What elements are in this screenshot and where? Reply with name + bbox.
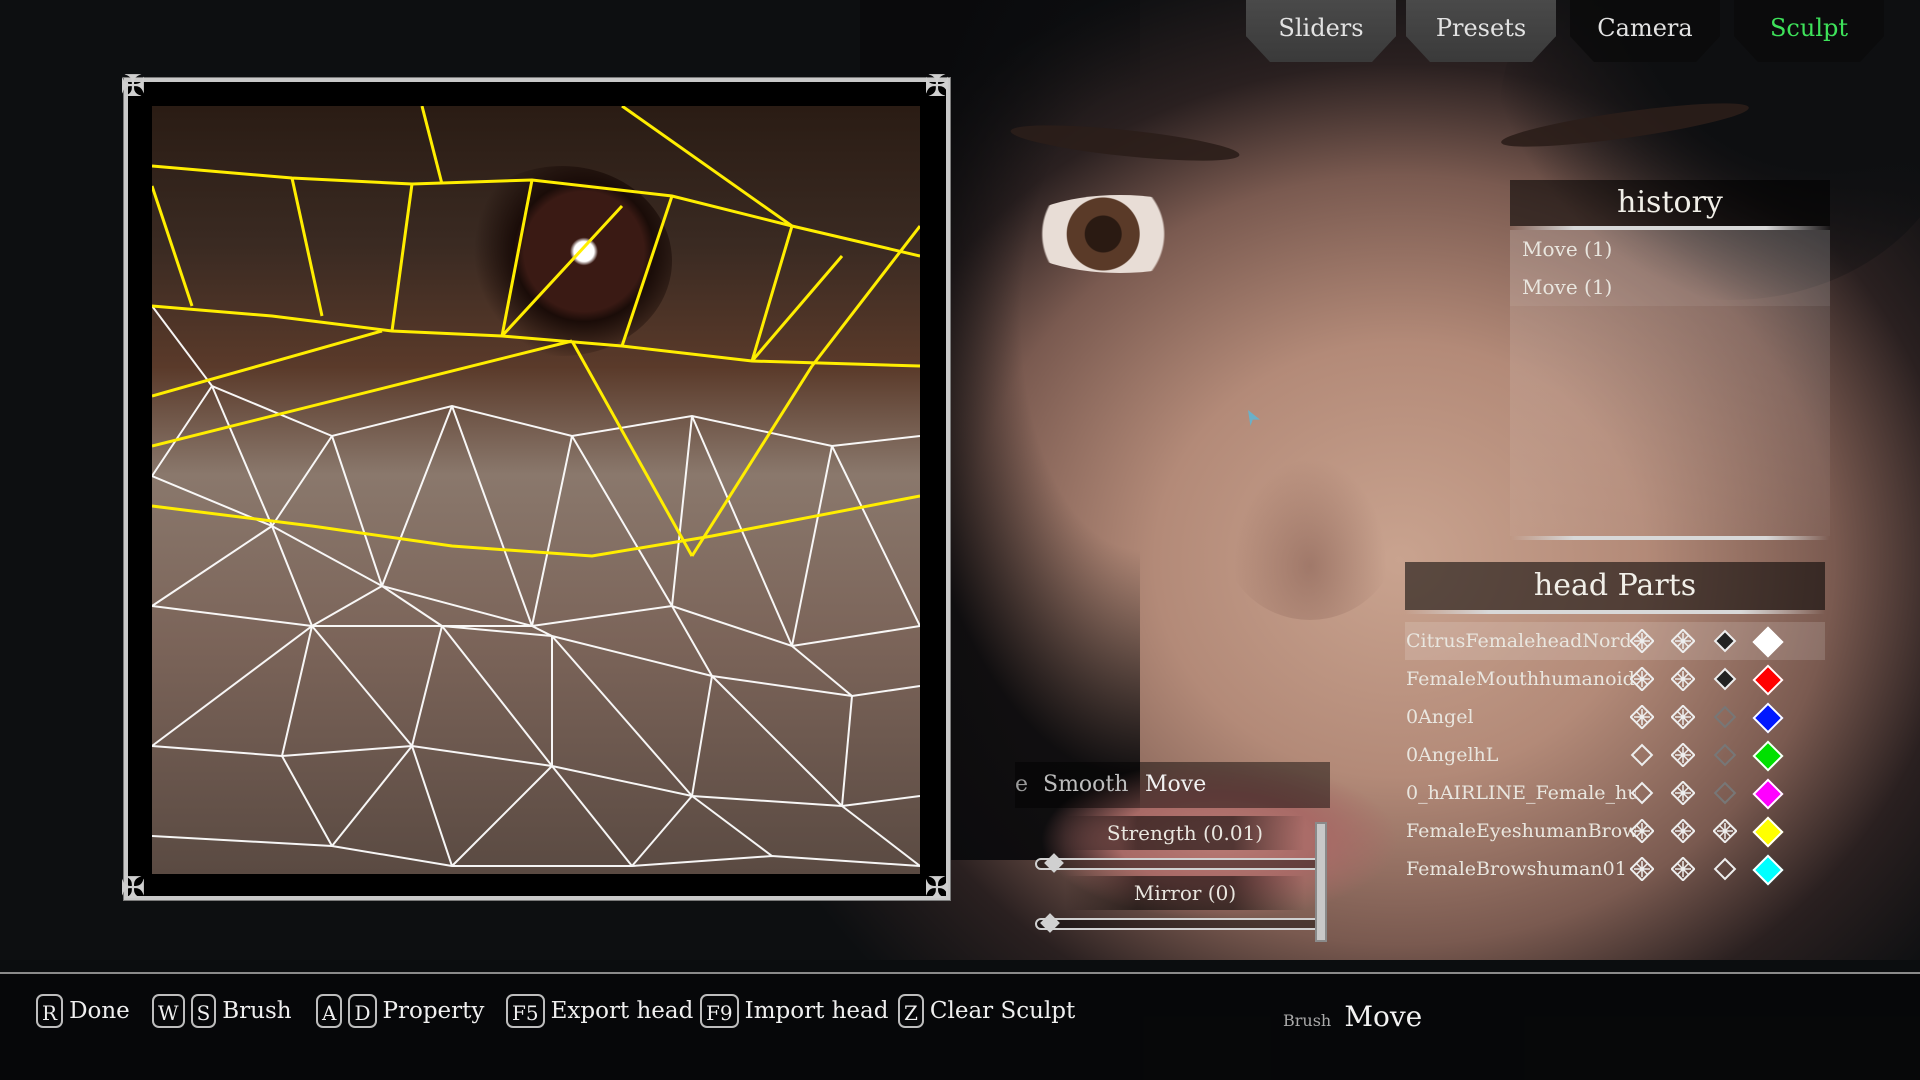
sculpt-wireframe-viewport[interactable] bbox=[152, 106, 920, 874]
mode-tabs: Sliders Presets Camera Sculpt bbox=[1240, 0, 1884, 66]
head-part-name: FemaleEyeshumanBrown bbox=[1406, 820, 1636, 842]
corner-ornament-icon: ✠ bbox=[924, 871, 950, 906]
tab-sliders[interactable]: Sliders bbox=[1246, 0, 1396, 62]
head-part-name: FemaleBrowshuman01 bbox=[1406, 858, 1627, 880]
mesh-wireframe bbox=[152, 106, 920, 867]
export-head-label: Export head bbox=[550, 998, 694, 1024]
key-hint: R bbox=[36, 994, 64, 1028]
brush-tab-smooth[interactable]: Smooth bbox=[1043, 772, 1128, 797]
head-part-row[interactable]: FemaleEyeshumanBrown bbox=[1405, 812, 1825, 850]
corner-ornament-icon: ✠ bbox=[924, 69, 950, 104]
toggle-visibility-icon[interactable] bbox=[1630, 819, 1654, 843]
toggle-visibility-icon[interactable] bbox=[1630, 857, 1654, 881]
import-head-button[interactable]: F9 Import head bbox=[700, 994, 888, 1028]
toggle-select-icon[interactable] bbox=[1713, 857, 1737, 881]
history-panel: history Move (1) Move (1) bbox=[1510, 180, 1830, 540]
export-head-button[interactable]: F5 Export head bbox=[506, 994, 693, 1028]
brush-label: Brush bbox=[222, 998, 292, 1024]
brush-type-tabs: e Smooth Move bbox=[1015, 762, 1330, 808]
history-item[interactable]: Move (1) bbox=[1510, 268, 1830, 306]
done-label: Done bbox=[69, 998, 130, 1024]
toggle-wireframe-icon[interactable] bbox=[1671, 705, 1695, 729]
toggle-select-icon[interactable] bbox=[1713, 743, 1737, 767]
head-part-name: CitrusFemaleheadNord bbox=[1406, 630, 1632, 652]
brush-status-value: Move bbox=[1344, 1000, 1423, 1033]
brush-tab-move[interactable]: Move bbox=[1145, 772, 1206, 797]
toggle-wireframe-icon[interactable] bbox=[1671, 743, 1695, 767]
wireframe-color-swatch[interactable] bbox=[1752, 816, 1784, 848]
toggle-select-icon[interactable] bbox=[1713, 667, 1737, 691]
done-button[interactable]: R Done bbox=[36, 994, 130, 1028]
toggle-visibility-icon[interactable] bbox=[1630, 705, 1654, 729]
toggle-visibility-icon[interactable] bbox=[1630, 667, 1654, 691]
toggle-wireframe-icon[interactable] bbox=[1671, 781, 1695, 805]
tab-sculpt[interactable]: Sculpt bbox=[1734, 0, 1884, 62]
toggle-visibility-icon[interactable] bbox=[1630, 743, 1654, 767]
toggle-select-icon[interactable] bbox=[1713, 705, 1737, 729]
brush-tab-partial[interactable]: e bbox=[1015, 772, 1028, 797]
key-hint: A bbox=[316, 994, 343, 1028]
tab-camera[interactable]: Camera bbox=[1570, 0, 1720, 62]
history-title: history bbox=[1510, 180, 1830, 226]
head-part-name: 0AngelhL bbox=[1406, 744, 1499, 766]
mirror-slider-thumb[interactable] bbox=[1040, 913, 1060, 933]
strength-label: Strength (0.01) bbox=[1065, 816, 1305, 850]
mirror-slider[interactable] bbox=[1035, 913, 1325, 933]
head-part-row[interactable]: FemaleMouthhumanoidDefault bbox=[1405, 660, 1825, 698]
head-part-name: FemaleMouthhumanoidDefault bbox=[1406, 668, 1636, 690]
key-hint: Z bbox=[898, 994, 924, 1028]
corner-ornament-icon: ✠ bbox=[120, 69, 146, 104]
wireframe-color-swatch[interactable] bbox=[1752, 702, 1784, 734]
head-part-row[interactable]: 0_hAIRLINE_Female_humanStraight bbox=[1405, 774, 1825, 812]
head-parts-panel: head Parts CitrusFemaleheadNord FemaleMo… bbox=[1405, 562, 1825, 888]
tab-presets[interactable]: Presets bbox=[1406, 0, 1556, 62]
current-brush-status: Brush Move bbox=[1283, 1000, 1422, 1033]
property-label: Property bbox=[382, 998, 485, 1024]
toggle-wireframe-icon[interactable] bbox=[1671, 629, 1695, 653]
head-part-row[interactable]: 0Angel bbox=[1405, 698, 1825, 736]
corner-ornament-icon: ✠ bbox=[120, 871, 146, 906]
wireframe-color-swatch[interactable] bbox=[1752, 664, 1784, 696]
head-parts-title: head Parts bbox=[1405, 562, 1825, 610]
toggle-wireframe-icon[interactable] bbox=[1671, 819, 1695, 843]
strength-slider[interactable] bbox=[1035, 853, 1325, 873]
bottom-control-bar: R Done W S Brush A D Property F5 Export … bbox=[0, 972, 1920, 1080]
head-part-row[interactable]: 0AngelhL bbox=[1405, 736, 1825, 774]
key-hint: W bbox=[152, 994, 185, 1028]
toggle-select-icon[interactable] bbox=[1713, 629, 1737, 653]
key-hint: F9 bbox=[700, 994, 739, 1028]
clear-sculpt-label: Clear Sculpt bbox=[929, 998, 1076, 1024]
key-hint: S bbox=[190, 994, 217, 1028]
key-hint: D bbox=[348, 994, 377, 1028]
wireframe-color-swatch[interactable] bbox=[1752, 626, 1784, 658]
toggle-select-icon[interactable] bbox=[1713, 781, 1737, 805]
brush-panel-scrollbar[interactable] bbox=[1315, 822, 1327, 942]
wireframe-color-swatch[interactable] bbox=[1752, 854, 1784, 886]
toggle-visibility-icon[interactable] bbox=[1630, 629, 1654, 653]
toggle-select-icon[interactable] bbox=[1713, 819, 1737, 843]
history-item[interactable]: Move (1) bbox=[1510, 230, 1830, 268]
head-part-name: 0Angel bbox=[1406, 706, 1474, 728]
head-part-name: 0_hAIRLINE_Female_humanStraight bbox=[1406, 782, 1636, 804]
head-part-row[interactable]: FemaleBrowshuman01 bbox=[1405, 850, 1825, 888]
brush-status-label: Brush bbox=[1283, 1011, 1332, 1030]
import-head-label: Import head bbox=[744, 998, 889, 1024]
property-cycle-button[interactable]: A D Property bbox=[316, 994, 484, 1028]
head-part-row[interactable]: CitrusFemaleheadNord bbox=[1405, 622, 1825, 660]
toggle-wireframe-icon[interactable] bbox=[1671, 667, 1695, 691]
key-hint: F5 bbox=[506, 994, 545, 1028]
brush-panel: e Smooth Move Strength (0.01) Mirror (0) bbox=[1015, 762, 1330, 942]
toggle-visibility-icon[interactable] bbox=[1630, 781, 1654, 805]
wireframe-color-swatch[interactable] bbox=[1752, 740, 1784, 772]
wireframe-color-swatch[interactable] bbox=[1752, 778, 1784, 810]
toggle-wireframe-icon[interactable] bbox=[1671, 857, 1695, 881]
brush-cycle-button[interactable]: W S Brush bbox=[152, 994, 292, 1028]
mirror-label: Mirror (0) bbox=[1065, 876, 1305, 910]
clear-sculpt-button[interactable]: Z Clear Sculpt bbox=[898, 994, 1075, 1028]
strength-slider-thumb[interactable] bbox=[1044, 853, 1064, 873]
